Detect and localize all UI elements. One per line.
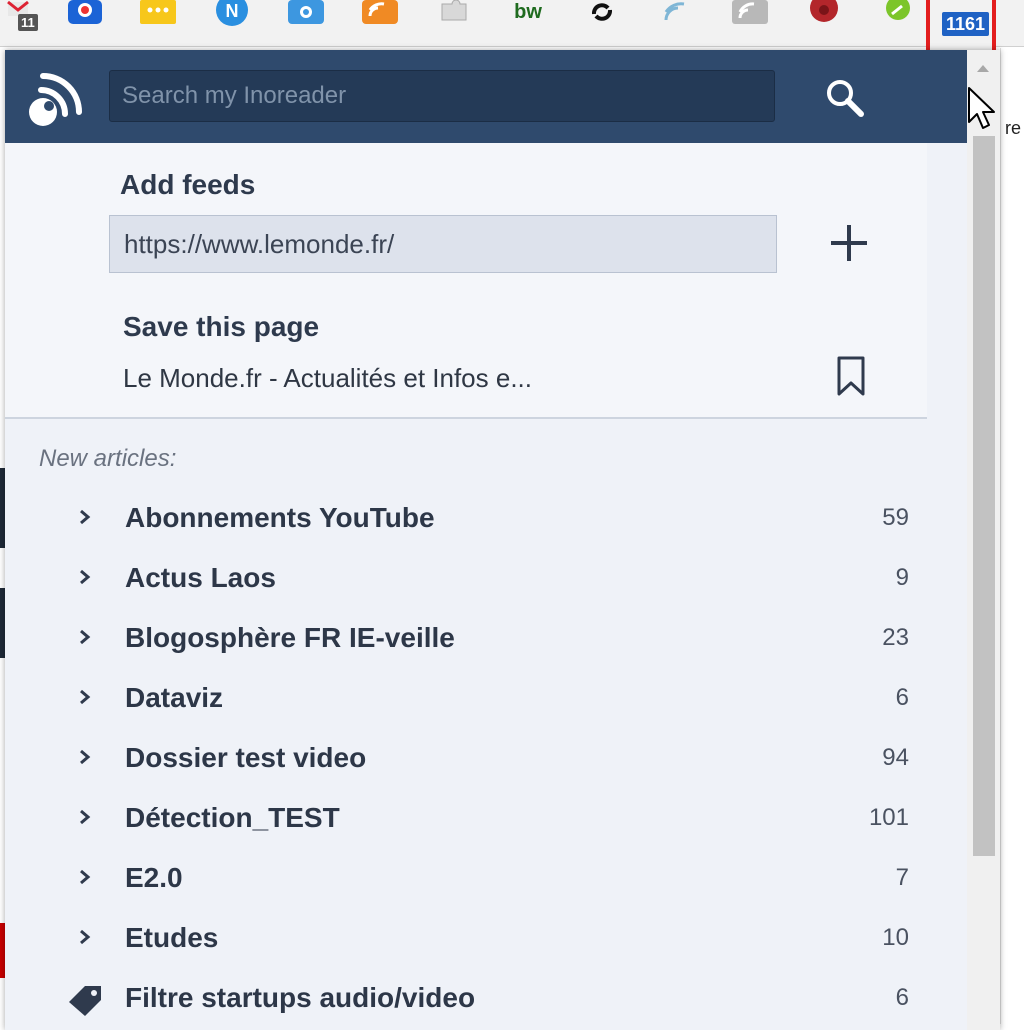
mouse-cursor-icon [968,87,995,129]
feed-folder-row[interactable]: Blogosphère FR IE-veille 23 [5,608,927,668]
feed-folder-row[interactable]: Dataviz 6 [5,668,927,728]
search-input[interactable] [109,70,775,122]
gmail-extension-icon[interactable]: 11 [6,0,42,31]
feed-folder-row[interactable]: Dossier test video 94 [5,728,927,788]
search-icon[interactable] [823,76,867,120]
rss-orange-extension-icon[interactable] [362,0,398,30]
chevron-right-icon[interactable] [77,746,93,768]
chevron-right-icon[interactable] [77,566,93,588]
extension-badge: 11 [18,14,38,31]
feed-url-input[interactable] [109,215,777,273]
browser-extension-toolbar: 11 N bw 1161 [0,0,1024,56]
background-page-right-edge: re [1000,48,1024,1024]
tag-icon [69,986,101,1016]
chevron-right-icon[interactable] [77,626,93,648]
unread-count: 94 [882,744,909,771]
feed-folder-row[interactable]: E2.0 7 [5,848,927,908]
add-feed-plus-icon[interactable] [827,221,871,265]
svg-text:N: N [226,1,239,21]
background-page-text: re [1005,118,1022,138]
unread-count: 7 [895,864,909,891]
n-circle-extension-icon[interactable]: N [214,0,250,30]
yellow-grid-extension-icon[interactable] [140,0,176,30]
red-circle-extension-icon[interactable] [806,0,842,30]
feed-folder-name: Dossier test video [125,742,367,773]
feed-folder-name: Détection_TEST [125,802,340,833]
unread-count: 10 [882,924,909,951]
inoreader-logo-icon [29,73,82,126]
feed-folder-row[interactable]: Actus Laos 9 [5,548,927,608]
feed-folder-name: Abonnements YouTube [125,502,435,533]
popup-header [5,50,967,143]
blue-square-extension-icon[interactable] [68,0,104,30]
inoreader-popup: Add feeds Save this page Le Monde.fr - A… [5,50,1000,1030]
sync-extension-icon[interactable] [584,0,620,30]
unread-count-badge: 1161 [942,12,990,36]
unread-count: 101 [868,804,909,831]
feed-folder-name: Dataviz [125,682,224,713]
feed-folder-list: Abonnements YouTube 59 Actus Laos 9 Blogosph… [5,488,927,1028]
bookmark-icon[interactable] [835,355,867,397]
scrollbar[interactable] [967,50,1000,1030]
add-feeds-section: Add feeds Save this page Le Monde.fr - A… [5,143,927,417]
save-page-title: Save this page [123,311,320,342]
chevron-right-icon[interactable] [77,506,93,528]
feed-light-extension-icon[interactable] [658,0,694,30]
feed-folder-name: Etudes [125,922,219,953]
chevron-right-icon[interactable] [77,866,93,888]
chevron-right-icon[interactable] [77,806,93,828]
feed-folder-row[interactable]: Etudes 10 [5,908,927,968]
unread-count: 59 [882,504,909,531]
bw-extension-icon[interactable]: bw [510,0,546,30]
inoreader-extension-button[interactable]: 1161 [926,0,996,56]
unread-count: 6 [895,984,909,1011]
scrollbar-thumb[interactable] [973,136,995,856]
new-articles-label: New articles: [39,445,177,472]
add-feeds-title: Add feeds [120,169,256,200]
section-divider [5,417,927,419]
unread-count: 9 [895,564,909,591]
feed-folder-name: Actus Laos [125,562,276,593]
feed-folder-name: Blogosphère FR IE-veille [125,622,455,653]
camera-extension-icon[interactable] [288,0,324,30]
feed-folder-row[interactable]: Filtre startups audio/video 6 [5,968,927,1028]
feed-folder-row[interactable]: Abonnements YouTube 59 [5,488,927,548]
svg-text:bw: bw [514,1,542,23]
scroll-up-arrow-icon[interactable] [975,62,991,74]
feed-folder-row[interactable]: Détection_TEST 101 [5,788,927,848]
green-leaf-extension-icon[interactable] [878,0,914,30]
puzzle-extension-icon[interactable] [436,0,472,30]
feed-folder-name: E2.0 [125,862,183,893]
unread-count: 6 [895,684,909,711]
current-page-title: Le Monde.fr - Actualités et Infos e... [123,363,532,393]
chevron-right-icon[interactable] [77,926,93,948]
feed-folder-name: Filtre startups audio/video [125,982,476,1013]
chevron-right-icon[interactable] [77,686,93,708]
rss-gray-extension-icon[interactable] [732,0,768,30]
unread-count: 23 [882,624,909,651]
